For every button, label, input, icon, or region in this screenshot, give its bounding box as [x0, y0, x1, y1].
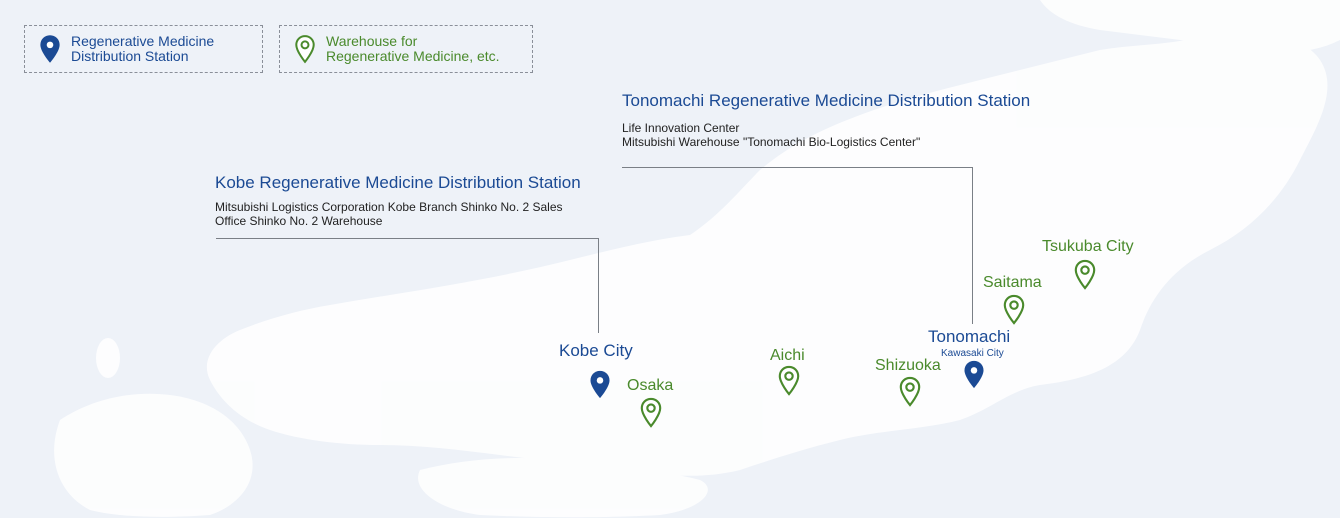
- shizuoka-label: Shizuoka: [875, 357, 941, 374]
- navy-pin-icon: [39, 34, 61, 64]
- kobe-leader-horizontal: [216, 238, 599, 239]
- tonomachi-station-title: Tonomachi Regenerative Medicine Distribu…: [622, 91, 1031, 110]
- green-outline-pin-icon: [294, 34, 316, 64]
- legend-station: Regenerative Medicine Distribution Stati…: [24, 25, 263, 73]
- kobe-station-title: Kobe Regenerative Medicine Distribution …: [215, 173, 581, 192]
- tsukuba-city-label: Tsukuba City: [1042, 238, 1134, 255]
- kobe-station-line-2: Office Shinko No. 2 Warehouse: [215, 214, 383, 228]
- kyushu-landmass: [54, 393, 253, 517]
- tsukuba-warehouse-pin-icon[interactable]: [1073, 259, 1097, 290]
- legend-warehouse-label: Warehouse for Regenerative Medicine, etc…: [326, 33, 500, 64]
- tonomachi-station-line-1: Life Innovation Center: [622, 121, 740, 135]
- aichi-warehouse-pin-icon[interactable]: [777, 365, 801, 396]
- kobe-station-pin-icon[interactable]: [589, 370, 611, 399]
- legend-warehouse: Warehouse for Regenerative Medicine, etc…: [279, 25, 533, 73]
- aichi-label: Aichi: [770, 347, 805, 364]
- kobe-station-line-1: Mitsubishi Logistics Corporation Kobe Br…: [215, 200, 563, 214]
- kobe-leader-vertical: [598, 238, 599, 333]
- tonomachi-station-line-2: Mitsubishi Warehouse "Tonomachi Bio-Logi…: [622, 135, 921, 149]
- shizuoka-warehouse-pin-icon[interactable]: [898, 376, 922, 407]
- kobe-city-label: Kobe City: [559, 341, 633, 360]
- tonomachi-leader-vertical: [972, 167, 973, 324]
- tonomachi-city-sub-label: Kawasaki City: [941, 348, 1004, 359]
- legend-station-label: Regenerative Medicine Distribution Stati…: [71, 33, 215, 64]
- japan-map-background: [54, 0, 1340, 518]
- saitama-warehouse-pin-icon[interactable]: [1002, 294, 1026, 325]
- osaka-label: Osaka: [627, 377, 674, 394]
- tonomachi-city-label: Tonomachi: [928, 327, 1011, 346]
- saitama-label: Saitama: [983, 274, 1042, 291]
- osaka-warehouse-pin-icon[interactable]: [639, 397, 663, 428]
- tonomachi-leader-horizontal: [622, 167, 973, 168]
- tonomachi-station-pin-icon[interactable]: [963, 360, 985, 389]
